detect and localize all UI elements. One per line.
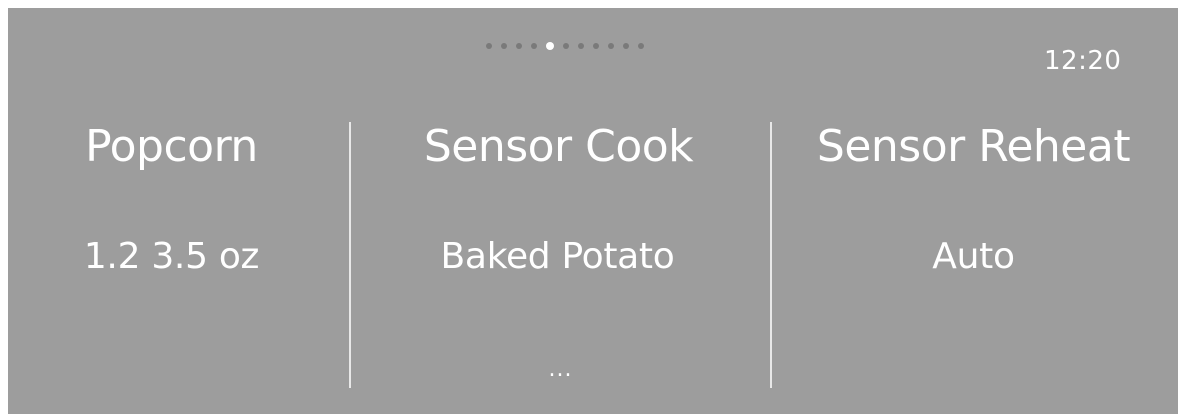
microwave-display: 12:20 Popcorn 1.2 3.5 oz Sensor Cook Bak…: [8, 8, 1178, 414]
sensor-cook-title: Sensor Cook: [423, 121, 694, 172]
sensor-reheat-title: Sensor Reheat: [816, 121, 1131, 172]
sensor-reheat-option[interactable]: Sensor Reheat Auto: [772, 8, 1178, 414]
more-options-ellipsis[interactable]: ...: [351, 358, 770, 382]
sensor-reheat-mode-value[interactable]: Auto: [769, 236, 1178, 278]
sensor-cook-food-value[interactable]: Baked Potato: [345, 236, 770, 278]
sensor-cook-option[interactable]: Sensor Cook Baked Potato ...: [351, 8, 770, 414]
popcorn-size-value[interactable]: 1.2 3.5 oz: [0, 236, 349, 278]
popcorn-title: Popcorn: [85, 121, 258, 172]
popcorn-option[interactable]: Popcorn 1.2 3.5 oz: [8, 8, 349, 414]
